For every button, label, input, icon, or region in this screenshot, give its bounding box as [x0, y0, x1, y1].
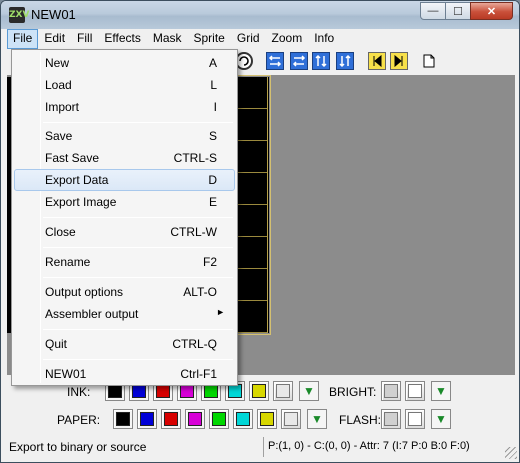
menu-item-shortcut: A	[208, 56, 217, 70]
menu-item-shortcut: Ctrl-F1	[180, 367, 217, 381]
menu-info[interactable]: Info	[308, 29, 340, 49]
bright-label: BRIGHT:	[329, 385, 377, 399]
menu-item-label: Fast Save	[45, 151, 100, 165]
bright-on-button[interactable]	[405, 381, 425, 401]
menu-item-fast-save[interactable]: Fast Save CTRL-S	[14, 147, 235, 169]
menu-item-label: Close	[45, 225, 76, 239]
menu-item-shortcut: CTRL-S	[173, 151, 217, 165]
new-document-icon[interactable]	[420, 52, 438, 70]
menu-item-shortcut: D	[208, 173, 217, 187]
submenu-arrow-icon: ►	[216, 307, 225, 317]
menu-item-label: Output options	[45, 285, 124, 299]
menu-item-label: NEW01	[45, 367, 87, 381]
menu-effects[interactable]: Effects	[98, 29, 146, 49]
menu-separator	[43, 359, 233, 360]
ink-swatch-yellow[interactable]	[249, 381, 269, 401]
menu-item-quit[interactable]: Quit CTRL-Q	[14, 333, 235, 355]
paper-transparent-icon[interactable]: ▼	[307, 409, 327, 429]
status-cursor-info: P:(1, 0) - C:(0, 0) - Attr: 7 (I:7 P:0 B…	[263, 437, 499, 457]
menu-item-recent-new01[interactable]: NEW01 Ctrl-F1	[14, 363, 235, 385]
menu-mask[interactable]: Mask	[147, 29, 188, 49]
menu-item-shortcut: F2	[202, 255, 217, 269]
menu-item-save[interactable]: Save S	[14, 125, 235, 147]
paper-swatch-green[interactable]	[209, 409, 229, 429]
resize-grip-icon[interactable]	[505, 447, 517, 459]
paper-swatch-yellow[interactable]	[257, 409, 277, 429]
paper-swatch-red[interactable]	[161, 409, 181, 429]
app-icon: ZXV	[9, 7, 29, 23]
flash-off-button[interactable]	[381, 409, 401, 429]
menu-grid[interactable]: Grid	[231, 29, 266, 49]
menu-item-label: Load	[45, 78, 72, 92]
bright-transparent-icon[interactable]: ▼	[431, 381, 451, 401]
menu-edit[interactable]: Edit	[38, 29, 71, 49]
paper-label: PAPER:	[57, 413, 101, 427]
status-hint: Export to binary or source	[9, 440, 147, 454]
menu-fill[interactable]: Fill	[71, 29, 98, 49]
menu-item-export-image[interactable]: Export Image E	[14, 191, 235, 213]
shift-up-icon[interactable]	[312, 52, 330, 70]
menu-separator	[43, 217, 233, 218]
menu-item-load[interactable]: Load L	[14, 74, 235, 96]
menu-item-shortcut: CTRL-W	[170, 225, 217, 239]
menu-sprite[interactable]: Sprite	[188, 29, 231, 49]
app-window: ZXV NEW01 — ☐ ✕ File Edit Fill Effects M…	[0, 0, 520, 463]
ink-label: INK:	[67, 385, 91, 399]
menu-item-assembler-output[interactable]: Assembler output ►	[14, 303, 235, 325]
menu-item-shortcut: I	[213, 100, 217, 114]
menu-item-label: Save	[45, 129, 73, 143]
ink-transparent-icon[interactable]: ▼	[299, 381, 319, 401]
flash-on-button[interactable]	[405, 409, 425, 429]
minimize-button[interactable]: —	[420, 2, 446, 20]
menu-item-shortcut: CTRL-Q	[172, 337, 217, 351]
shift-down-icon[interactable]	[336, 52, 354, 70]
file-menu-dropdown: New A Load L Import I Save S Fast Save C…	[11, 49, 238, 386]
menu-item-label: Export Image	[45, 195, 117, 209]
menu-item-output-options[interactable]: Output options ALT-O	[14, 281, 235, 303]
paper-swatch-cyan[interactable]	[233, 409, 253, 429]
menu-item-label: Assembler output	[45, 307, 139, 321]
next-frame-icon[interactable]	[390, 52, 408, 70]
menu-item-rename[interactable]: Rename F2	[14, 251, 235, 273]
menu-item-import[interactable]: Import I	[14, 96, 235, 118]
menu-item-new[interactable]: New A	[14, 52, 235, 74]
menu-separator	[43, 122, 233, 123]
menu-item-shortcut: E	[208, 195, 217, 209]
menu-separator	[43, 277, 233, 278]
bright-off-button[interactable]	[381, 381, 401, 401]
menu-item-shortcut: S	[208, 129, 217, 143]
menu-zoom[interactable]: Zoom	[266, 29, 309, 49]
menu-file[interactable]: File	[7, 29, 39, 49]
menu-item-shortcut: ALT-O	[183, 285, 217, 299]
menu-item-label: Quit	[45, 337, 68, 351]
window-title: NEW01	[31, 7, 76, 22]
menu-item-shortcut: L	[210, 78, 217, 92]
title-bar: ZXV NEW01 — ☐ ✕	[1, 1, 519, 29]
paper-swatch-blue[interactable]	[137, 409, 157, 429]
paper-swatch-white[interactable]	[281, 409, 301, 429]
flash-transparent-icon[interactable]: ▼	[431, 409, 451, 429]
menu-item-export-data[interactable]: Export Data D	[14, 169, 235, 191]
menu-item-label: Import	[45, 100, 80, 114]
shift-right-icon[interactable]	[290, 52, 308, 70]
window-controls: — ☐ ✕	[420, 2, 513, 20]
flash-label: FLASH:	[339, 413, 382, 427]
menu-item-label: Rename	[45, 255, 91, 269]
menu-separator	[43, 247, 233, 248]
menu-separator	[43, 329, 233, 330]
menu-bar: File Edit Fill Effects Mask Sprite Grid …	[7, 29, 515, 49]
ink-swatch-white[interactable]	[273, 381, 293, 401]
paper-swatch-magenta[interactable]	[185, 409, 205, 429]
shift-left-icon[interactable]	[266, 52, 284, 70]
canvas-grid	[236, 77, 268, 333]
status-bar: Export to binary or source P:(1, 0) - C:…	[1, 435, 519, 462]
maximize-button[interactable]: ☐	[445, 2, 471, 20]
close-button[interactable]: ✕	[470, 2, 513, 20]
menu-item-label: New	[45, 56, 70, 70]
paper-swatch-black[interactable]	[113, 409, 133, 429]
menu-item-label: Export Data	[45, 173, 109, 187]
previous-frame-icon[interactable]	[368, 52, 386, 70]
menu-item-close[interactable]: Close CTRL-W	[14, 221, 235, 243]
